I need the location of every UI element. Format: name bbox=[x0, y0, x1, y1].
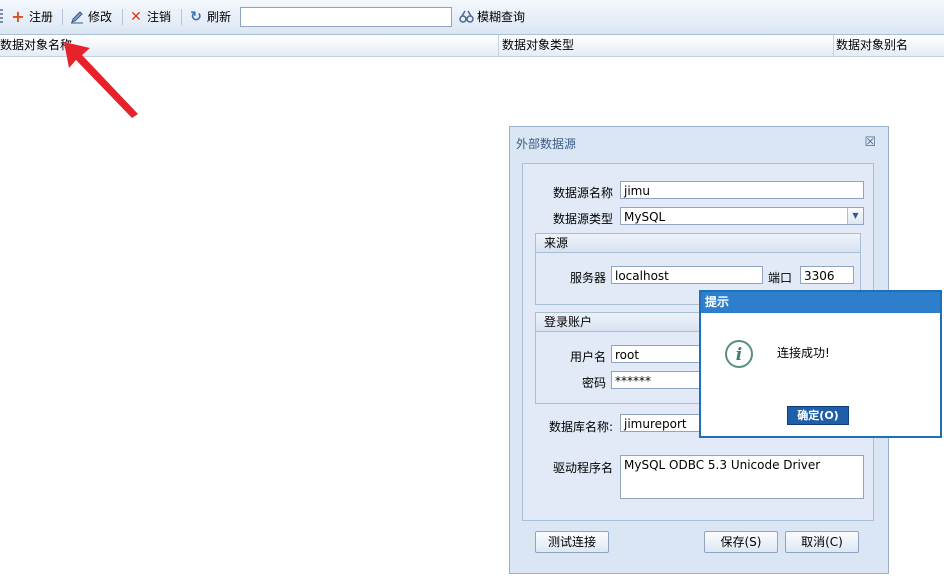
ok-button[interactable]: 确定(O) bbox=[787, 406, 849, 425]
register-label: 注册 bbox=[29, 10, 54, 24]
message-text: 连接成功! bbox=[777, 346, 830, 360]
datasource-type-value: MySQL bbox=[624, 210, 666, 224]
toolbar-grip[interactable] bbox=[0, 9, 3, 25]
search-input[interactable] bbox=[240, 7, 452, 27]
binoculars-icon bbox=[459, 10, 474, 24]
chevron-down-icon[interactable]: ▼ bbox=[847, 208, 863, 224]
delete-x-icon: ✕ bbox=[130, 9, 142, 25]
refresh-button[interactable]: ↻ 刷新 bbox=[189, 8, 231, 26]
refresh-icon: ↻ bbox=[190, 9, 202, 25]
info-icon: i bbox=[725, 340, 753, 368]
message-title: 提示 bbox=[701, 292, 940, 313]
dialog-title: 外部数据源 bbox=[516, 137, 577, 151]
password-label: 密码 bbox=[581, 376, 606, 390]
close-icon[interactable]: ☒ bbox=[864, 135, 876, 150]
server-input[interactable]: localhost bbox=[611, 266, 763, 284]
datasource-type-select[interactable]: MySQL ▼ bbox=[620, 207, 864, 225]
message-box: 提示 i 连接成功! 确定(O) bbox=[699, 290, 942, 438]
red-arrow-annotation bbox=[64, 42, 138, 118]
modify-button[interactable]: 修改 bbox=[70, 8, 112, 26]
port-label: 端口 bbox=[768, 271, 793, 285]
database-name-label: 数据库名称: bbox=[548, 420, 613, 434]
server-label: 服务器 bbox=[569, 271, 606, 285]
username-label: 用户名 bbox=[569, 350, 606, 364]
register-button[interactable]: + 注册 bbox=[11, 8, 53, 26]
source-group-title: 来源 bbox=[536, 234, 860, 253]
column-header-type[interactable]: 数据对象类型 bbox=[502, 35, 574, 56]
toolbar-separator bbox=[62, 9, 63, 25]
fuzzy-search-label: 模糊查询 bbox=[477, 10, 526, 24]
port-input[interactable]: 3306 bbox=[800, 266, 854, 284]
save-button[interactable]: 保存(S) bbox=[704, 531, 778, 553]
cancel-button[interactable]: 取消(C) bbox=[785, 531, 859, 553]
datasource-name-label: 数据源名称 bbox=[552, 186, 613, 200]
toolbar: + 注册 修改 ✕ 注销 ↻ 刷新 模糊查询 bbox=[0, 0, 944, 35]
driver-name-textarea[interactable]: MySQL ODBC 5.3 Unicode Driver bbox=[620, 455, 864, 499]
column-divider[interactable] bbox=[498, 35, 499, 56]
column-header-alias[interactable]: 数据对象别名 bbox=[836, 35, 908, 56]
test-connection-button[interactable]: 测试连接 bbox=[535, 531, 609, 553]
datasource-type-label: 数据源类型 bbox=[552, 212, 613, 226]
unregister-label: 注销 bbox=[147, 10, 172, 24]
fuzzy-search-button[interactable]: 模糊查询 bbox=[459, 8, 525, 26]
plus-icon: + bbox=[11, 7, 25, 26]
unregister-button[interactable]: ✕ 注销 bbox=[129, 8, 171, 26]
refresh-label: 刷新 bbox=[207, 10, 232, 24]
datasource-name-input[interactable]: jimu bbox=[620, 181, 864, 199]
driver-name-label: 驱动程序名 bbox=[552, 461, 613, 475]
modify-label: 修改 bbox=[88, 10, 113, 24]
column-divider[interactable] bbox=[833, 35, 834, 56]
toolbar-separator bbox=[181, 9, 182, 25]
toolbar-separator bbox=[122, 9, 123, 25]
pencil-icon bbox=[70, 10, 84, 24]
